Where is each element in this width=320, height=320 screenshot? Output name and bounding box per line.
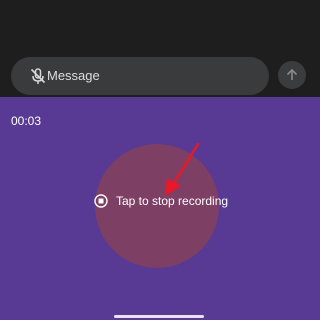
message-placeholder: Message	[47, 68, 100, 83]
message-field[interactable]: Message	[11, 57, 269, 95]
arrow-up-icon	[286, 68, 298, 80]
mic-off-icon[interactable]	[28, 66, 48, 86]
recording-timer: 00:03	[11, 114, 42, 128]
stop-recording-label: Tap to stop recording	[116, 194, 229, 208]
top-bar: Message	[0, 0, 320, 97]
recording-panel: 00:03 Tap to stop recording	[0, 97, 320, 320]
stop-circle-icon	[94, 194, 108, 208]
send-button[interactable]	[278, 61, 306, 89]
home-indicator[interactable]	[114, 315, 204, 318]
stop-recording-control[interactable]: Tap to stop recording	[94, 194, 228, 208]
